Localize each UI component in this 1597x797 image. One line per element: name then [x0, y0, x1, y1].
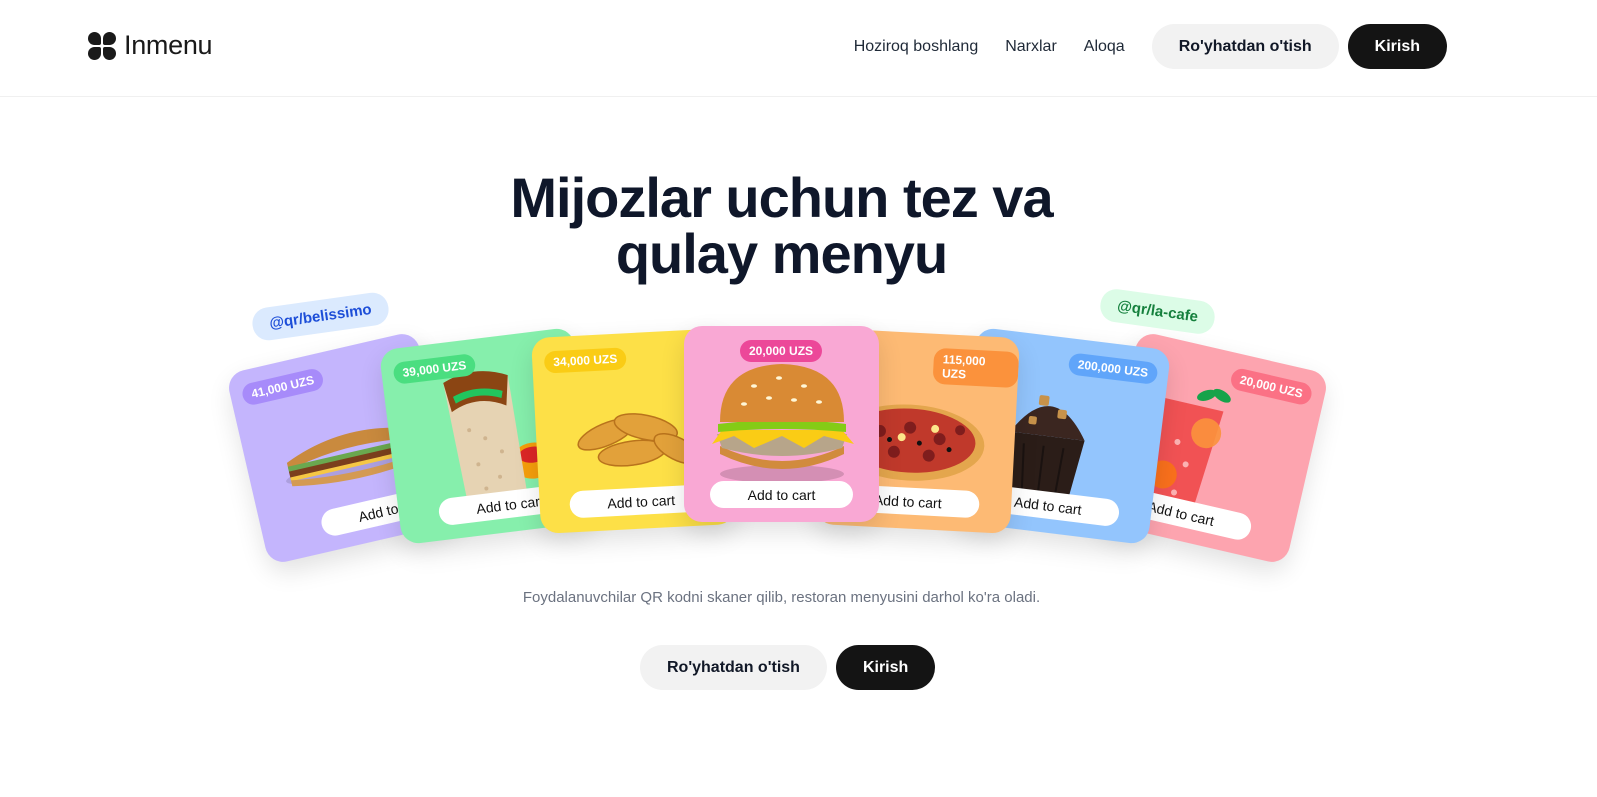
- hero-login-button[interactable]: Kirish: [835, 645, 936, 690]
- qr-tag-belissimo: @qr/belissimo: [250, 290, 391, 343]
- hero-register-button[interactable]: Ro'yhatdan o'tish: [640, 645, 827, 690]
- add-to-cart-button[interactable]: Add to cart: [710, 481, 853, 508]
- price-badge: 115,000 UZS: [932, 347, 1020, 389]
- price-badge: 20,000 UZS: [740, 340, 823, 362]
- price-badge: 34,000 UZS: [543, 347, 627, 374]
- qr-tag-la-cafe: @qr/la-cafe: [1098, 287, 1218, 336]
- hero-cta: Ro'yhatdan o'tish Kirish: [640, 645, 936, 690]
- hero-subtitle: Foydalanuvchilar QR kodni skaner qilib, …: [522, 589, 1041, 606]
- menu-card-burger[interactable]: 20,000 UZS Add to cart: [684, 326, 879, 522]
